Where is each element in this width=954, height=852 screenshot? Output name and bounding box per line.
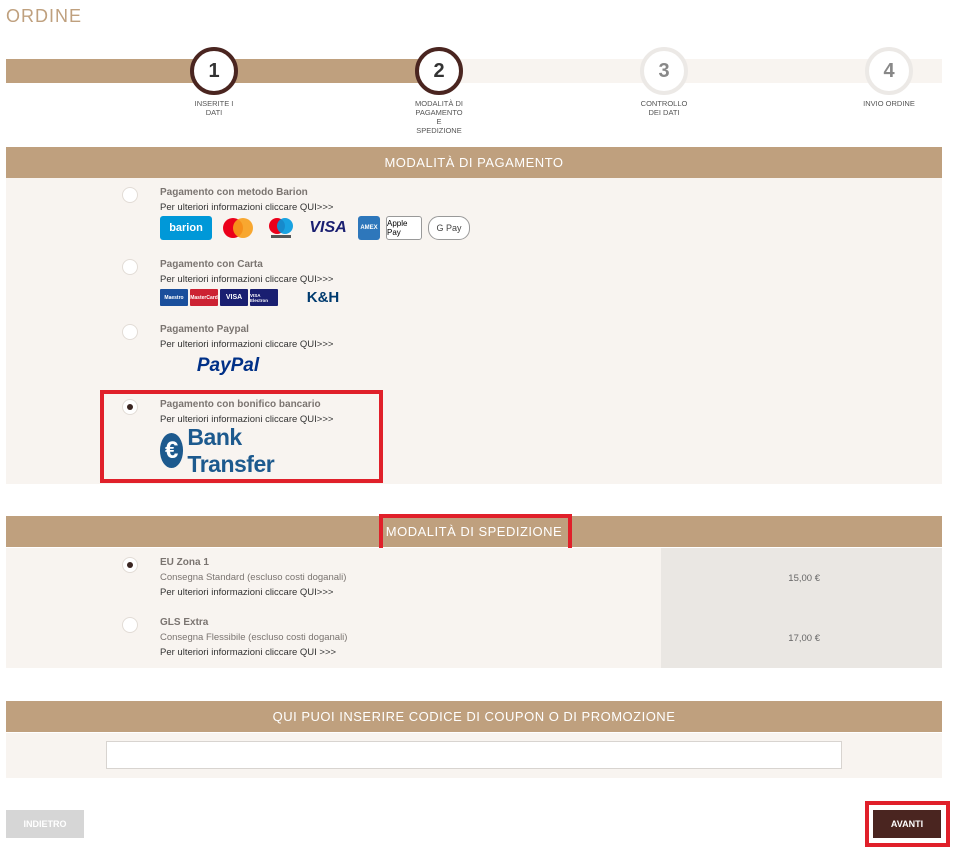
step-3-circle: 3 — [640, 47, 688, 95]
option-desc: Consegna Standard (escluso costi doganal… — [160, 572, 347, 583]
shipping-section: 15,00 € 17,00 € EU Zona 1 Consegna Stand… — [6, 548, 942, 668]
radio-card[interactable] — [122, 259, 138, 275]
payment-heading: MODALITÀ DI PAGAMENTO — [6, 147, 942, 178]
step-2-label: MODALITÀ DI PAGAMENTO E SPEDIZIONE — [415, 99, 463, 135]
page-title: ORDINE — [6, 6, 83, 26]
coupon-section — [6, 733, 942, 778]
barion-logo: barion — [160, 216, 212, 240]
mastercard-logo — [218, 216, 258, 240]
step-1: 1 INSERITE I DATI — [164, 47, 264, 117]
option-title: Pagamento con metodo Barion — [160, 187, 308, 198]
step-4-circle: 4 — [865, 47, 913, 95]
barion-logos: barion VISA AMEX Apple Pay G Pay — [160, 216, 470, 240]
info-link[interactable]: Per ulteriori informazioni cliccare QUI … — [160, 647, 336, 658]
price-column: 15,00 € 17,00 € — [661, 548, 942, 668]
step-4: 4 INVIO ORDINE — [839, 47, 939, 108]
price-eu-zona-1: 15,00 € — [788, 573, 820, 584]
radio-barion[interactable] — [122, 187, 138, 203]
step-3-label: CONTROLLO DEI DATI — [640, 99, 688, 117]
radio-eu-zona-1[interactable] — [122, 557, 138, 573]
option-title: GLS Extra — [160, 617, 209, 628]
highlight-bank-transfer — [100, 390, 383, 483]
step-4-label: INVIO ORDINE — [863, 99, 915, 108]
visa-logo: VISA — [309, 219, 347, 236]
maestro-logo — [264, 216, 298, 240]
option-title: EU Zona 1 — [160, 557, 209, 568]
card-logos: Maestro MasterCard VISA VISA Electron K&… — [160, 289, 366, 306]
kh-logo: K&H — [306, 289, 340, 306]
info-link[interactable]: Per ulteriori informazioni cliccare QUI>… — [160, 339, 333, 350]
highlight-next-button — [865, 801, 950, 847]
paypal-logo: PayPal — [196, 355, 260, 376]
step-2-circle: 2 — [415, 47, 463, 95]
info-link[interactable]: Per ulteriori informazioni cliccare QUI>… — [160, 587, 333, 598]
option-title: Pagamento con Carta — [160, 259, 263, 270]
radio-gls-extra[interactable] — [122, 617, 138, 633]
price-gls-extra: 17,00 € — [788, 633, 820, 644]
info-link[interactable]: Per ulteriori informazioni cliccare QUI>… — [160, 274, 333, 285]
mastercard-card-logo: MasterCard — [190, 289, 218, 306]
coupon-heading: QUI PUOI INSERIRE CODICE DI COUPON O DI … — [6, 701, 942, 732]
visa-electron-logo: VISA Electron — [250, 289, 278, 306]
step-3: 3 CONTROLLO DEI DATI — [614, 47, 714, 117]
step-2: 2 MODALITÀ DI PAGAMENTO E SPEDIZIONE — [389, 47, 489, 135]
maestro-card-logo: Maestro — [160, 289, 188, 306]
option-title: Pagamento Paypal — [160, 324, 249, 335]
visa-card-logo: VISA — [220, 289, 248, 306]
back-button[interactable]: INDIETRO — [6, 810, 84, 838]
radio-paypal[interactable] — [122, 324, 138, 340]
option-desc: Consegna Flessibile (escluso costi dogan… — [160, 632, 348, 643]
step-1-circle: 1 — [190, 47, 238, 95]
info-link[interactable]: Per ulteriori informazioni cliccare QUI>… — [160, 202, 333, 213]
amex-logo: AMEX — [358, 216, 380, 240]
apple-pay-logo: Apple Pay — [386, 216, 422, 240]
google-pay-logo: G Pay — [428, 216, 470, 240]
step-1-label: INSERITE I DATI — [194, 99, 234, 117]
coupon-input[interactable] — [106, 741, 842, 769]
paypal-logos: PayPal — [178, 354, 278, 378]
